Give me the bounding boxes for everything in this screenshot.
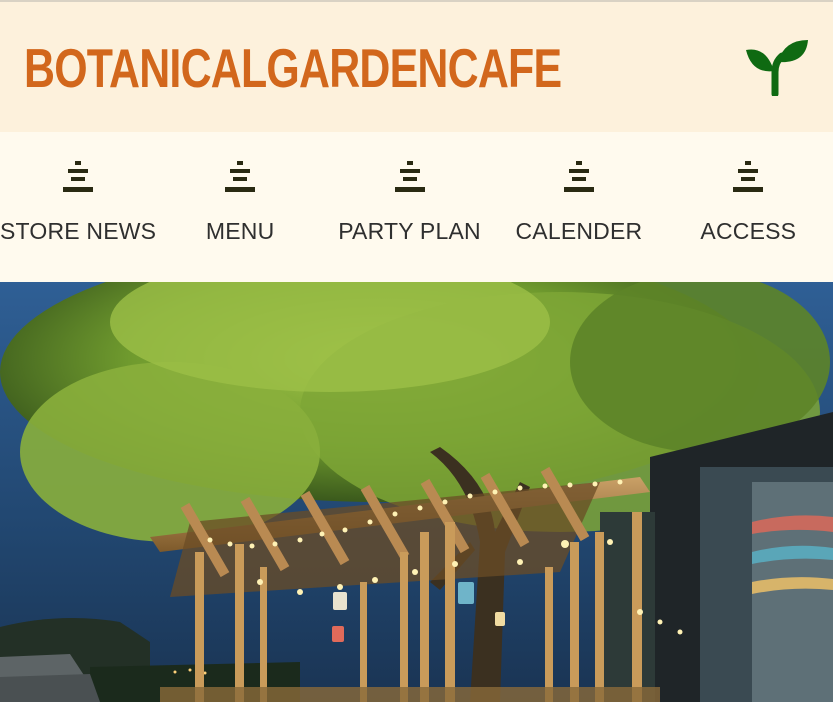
menu-lines-icon <box>394 161 425 192</box>
brand-logo-text[interactable]: BOTANICALGARDENCAFE <box>24 38 562 98</box>
nav-label: STORE NEWS <box>0 218 157 244</box>
site-header: BOTANICALGARDENCAFE <box>0 0 833 132</box>
nav-label: ACCESS <box>700 218 797 244</box>
hero-image <box>0 282 833 702</box>
nav-label: CALENDER <box>515 218 643 244</box>
nav-label: PARTY PLAN <box>338 218 481 244</box>
nav-item-party-plan[interactable]: PARTY PLAN <box>325 132 494 282</box>
menu-lines-icon <box>733 161 764 192</box>
nav-item-access[interactable]: ACCESS <box>664 132 833 282</box>
garden-terrace-night-photo <box>0 282 833 702</box>
nav-label: MENU <box>205 218 275 244</box>
menu-lines-icon <box>225 161 256 192</box>
nav-item-store-news[interactable]: STORE NEWS <box>0 132 157 282</box>
nav-item-calender[interactable]: CALENDER <box>494 132 663 282</box>
menu-lines-icon <box>62 161 93 192</box>
main-navigation: STORE NEWS MENU PARTY PLAN CALENDER ACCE… <box>0 132 833 282</box>
menu-lines-icon <box>563 161 594 192</box>
nav-item-menu[interactable]: MENU <box>155 132 324 282</box>
sprout-icon[interactable] <box>744 38 810 96</box>
